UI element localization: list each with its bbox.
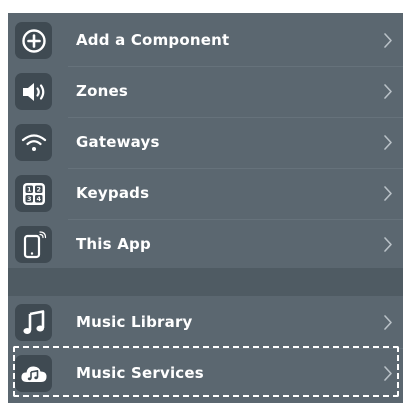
keypad-icon: 1 2 3 4 [15, 175, 52, 212]
menu-item-label: This App [76, 235, 151, 253]
menu-item-keypads[interactable]: 1 2 3 4 Keypads [8, 168, 403, 219]
menu-item-label: Music Services [76, 364, 204, 382]
chevron-right-icon [384, 366, 392, 381]
chevron-right-icon [384, 84, 392, 99]
wifi-icon [15, 124, 52, 161]
menu-item-music-library[interactable]: Music Library [8, 297, 403, 348]
chevron-right-icon [384, 237, 392, 252]
menu-item-label: Music Library [76, 313, 193, 331]
keypad-key-label: 3 [26, 195, 31, 203]
settings-menu: Add a Component Zones Gateways 1 2 3 4 K… [8, 13, 403, 403]
chevron-right-icon [384, 33, 392, 48]
keypad-key-label: 4 [36, 195, 41, 203]
music-cloud-icon [15, 355, 52, 392]
chevron-right-icon [384, 315, 392, 330]
menu-item-add-component[interactable]: Add a Component [8, 15, 403, 66]
music-note-icon [15, 304, 52, 341]
phone-icon [15, 226, 52, 263]
chevron-right-icon [384, 186, 392, 201]
chevron-right-icon [384, 135, 392, 150]
menu-item-label: Keypads [76, 184, 150, 202]
menu-item-music-services[interactable]: Music Services [8, 348, 403, 399]
menu-item-label: Zones [76, 82, 128, 100]
section-separator [8, 268, 403, 296]
keypad-key-label: 1 [26, 185, 31, 193]
menu-item-gateways[interactable]: Gateways [8, 117, 403, 168]
speaker-icon [15, 73, 52, 110]
menu-item-label: Gateways [76, 133, 160, 151]
menu-item-zones[interactable]: Zones [8, 66, 403, 117]
plus-circle-icon [15, 22, 52, 59]
menu-item-this-app[interactable]: This App [8, 219, 403, 270]
keypad-key-label: 2 [36, 185, 41, 193]
menu-item-label: Add a Component [76, 31, 230, 49]
